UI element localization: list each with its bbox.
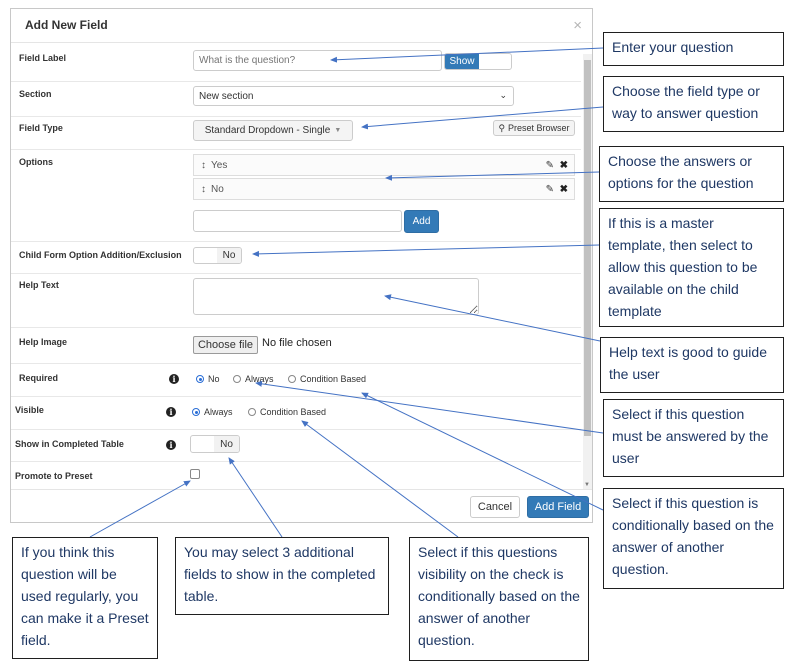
callout-required: Select if this question must be answered…: [603, 399, 784, 477]
callout-conditional: Select if this question is conditionally…: [603, 488, 784, 589]
callout-visibility: Select if this questions visibility on t…: [409, 537, 589, 661]
arrow-master-template: [252, 244, 600, 257]
callout-question: Enter your question: [603, 32, 784, 66]
callout-master-template: If this is a master template, then selec…: [599, 208, 784, 327]
callout-field-type: Choose the field type or way to answer q…: [603, 76, 784, 132]
callout-help-text: Help text is good to guide the user: [600, 337, 784, 393]
callout-completed-table: You may select 3 additional fields to sh…: [175, 537, 389, 615]
arrow-visibility: [301, 420, 459, 538]
callout-preset: If you think this question will be used …: [12, 537, 158, 659]
arrow-completed-table: [228, 457, 283, 538]
callout-options: Choose the answers or options for the qu…: [599, 146, 784, 202]
arrow-help-text: [384, 294, 601, 342]
arrow-field-type: [361, 106, 604, 130]
arrow-question: [330, 47, 604, 63]
arrow-preset: [89, 480, 191, 538]
arrow-options: [385, 171, 600, 181]
